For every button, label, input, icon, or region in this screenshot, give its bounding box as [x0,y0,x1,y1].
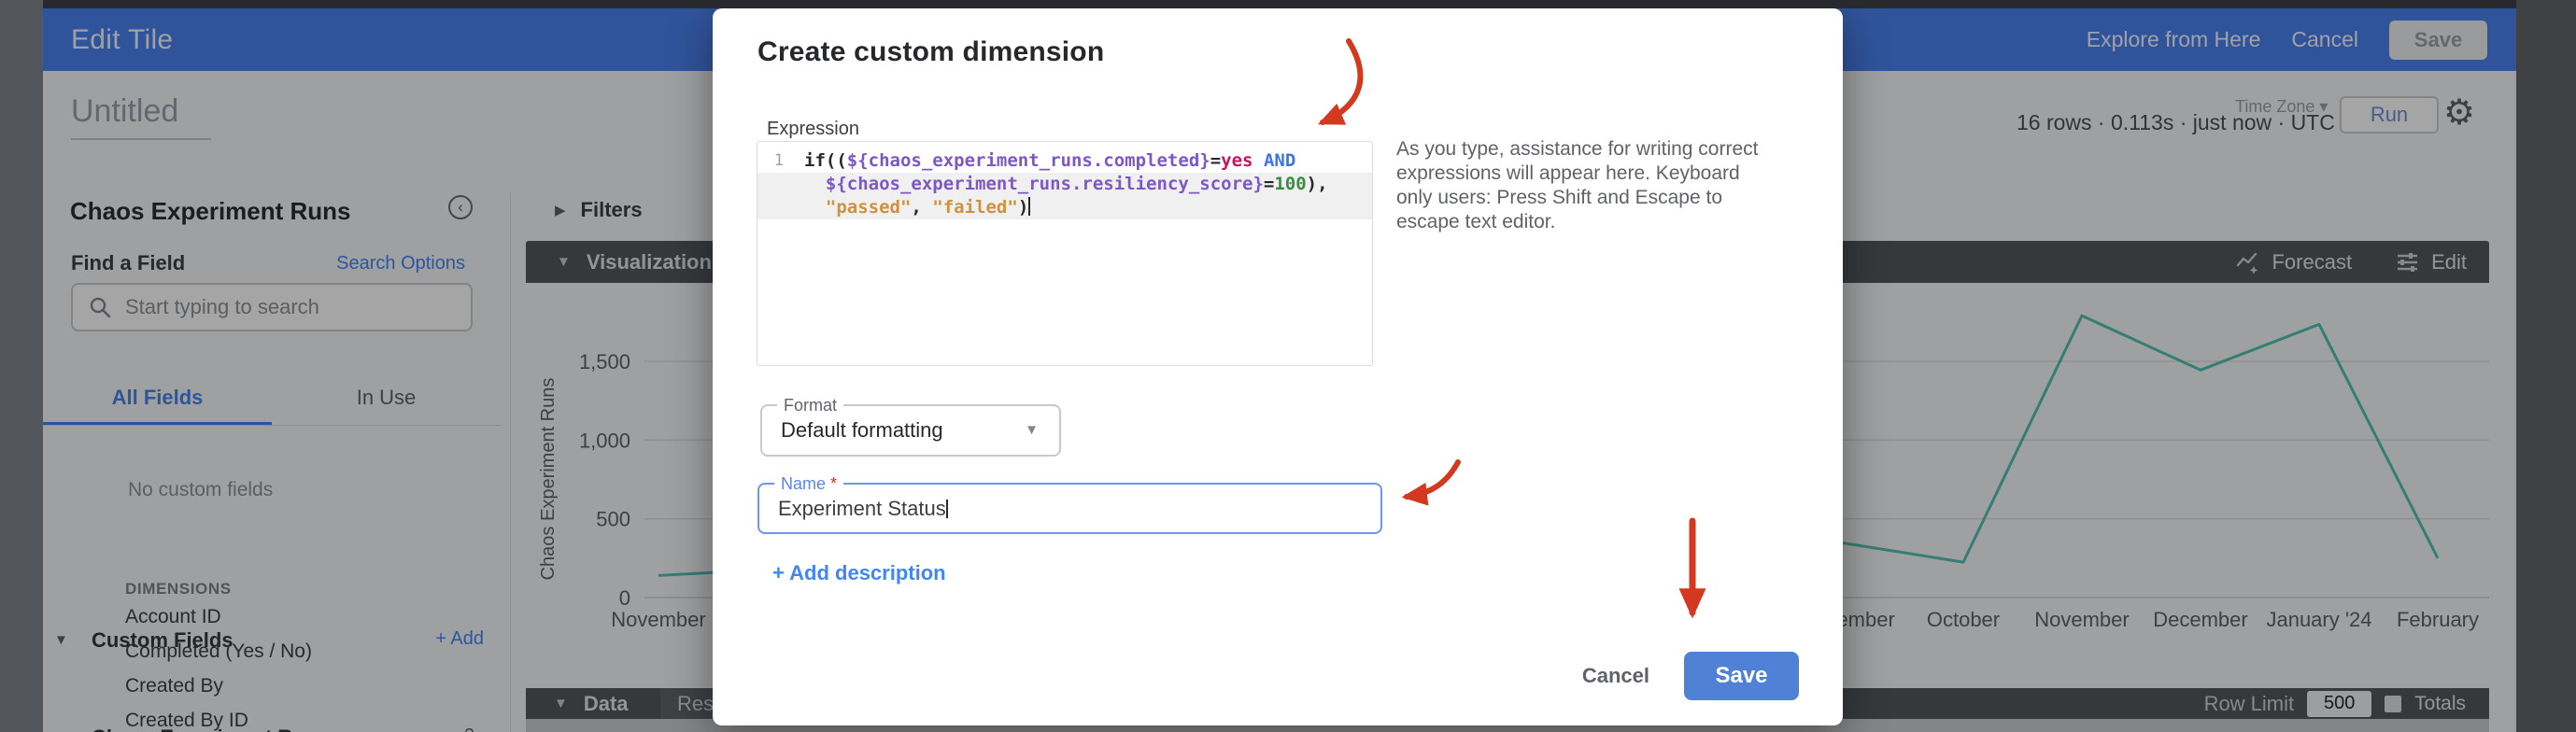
name-field[interactable]: Name * Experiment Status [757,483,1382,534]
expression-code-editor[interactable]: 1if((${chaos_experiment_runs.completed}=… [757,141,1373,366]
code-line: "passed", "failed") [757,196,1372,219]
add-description-link[interactable]: + Add description [772,561,946,585]
screen: Edit Tile Explore from Here Cancel Save … [0,0,2576,732]
modal-cancel-button[interactable]: Cancel [1582,664,1649,688]
text-cursor [1028,197,1030,216]
code-line: 1if((${chaos_experiment_runs.completed}=… [757,149,1372,173]
text-cursor [946,500,948,518]
name-value: Experiment Status [778,485,948,532]
line-number [757,173,793,196]
create-custom-dimension-modal: Create custom dimension Expression 1if((… [713,8,1843,725]
modal-save-button[interactable]: Save [1684,652,1799,700]
frame-left-edge [0,0,43,732]
frame-top-edge [0,0,2576,8]
line-number: 1 [757,149,793,173]
line-number [757,196,793,219]
format-select[interactable]: Format Default formatting ▼ [760,404,1061,457]
expression-label: Expression [767,119,859,140]
expression-helper-text: As you type, assistance for writing corr… [1396,137,1781,234]
format-value: Default formatting [781,406,943,455]
frame-right-edge [2516,0,2576,732]
modal-title: Create custom dimension [757,36,1104,68]
chevron-down-icon: ▼ [1025,422,1039,438]
code-line: ${chaos_experiment_runs.resiliency_score… [757,173,1372,196]
